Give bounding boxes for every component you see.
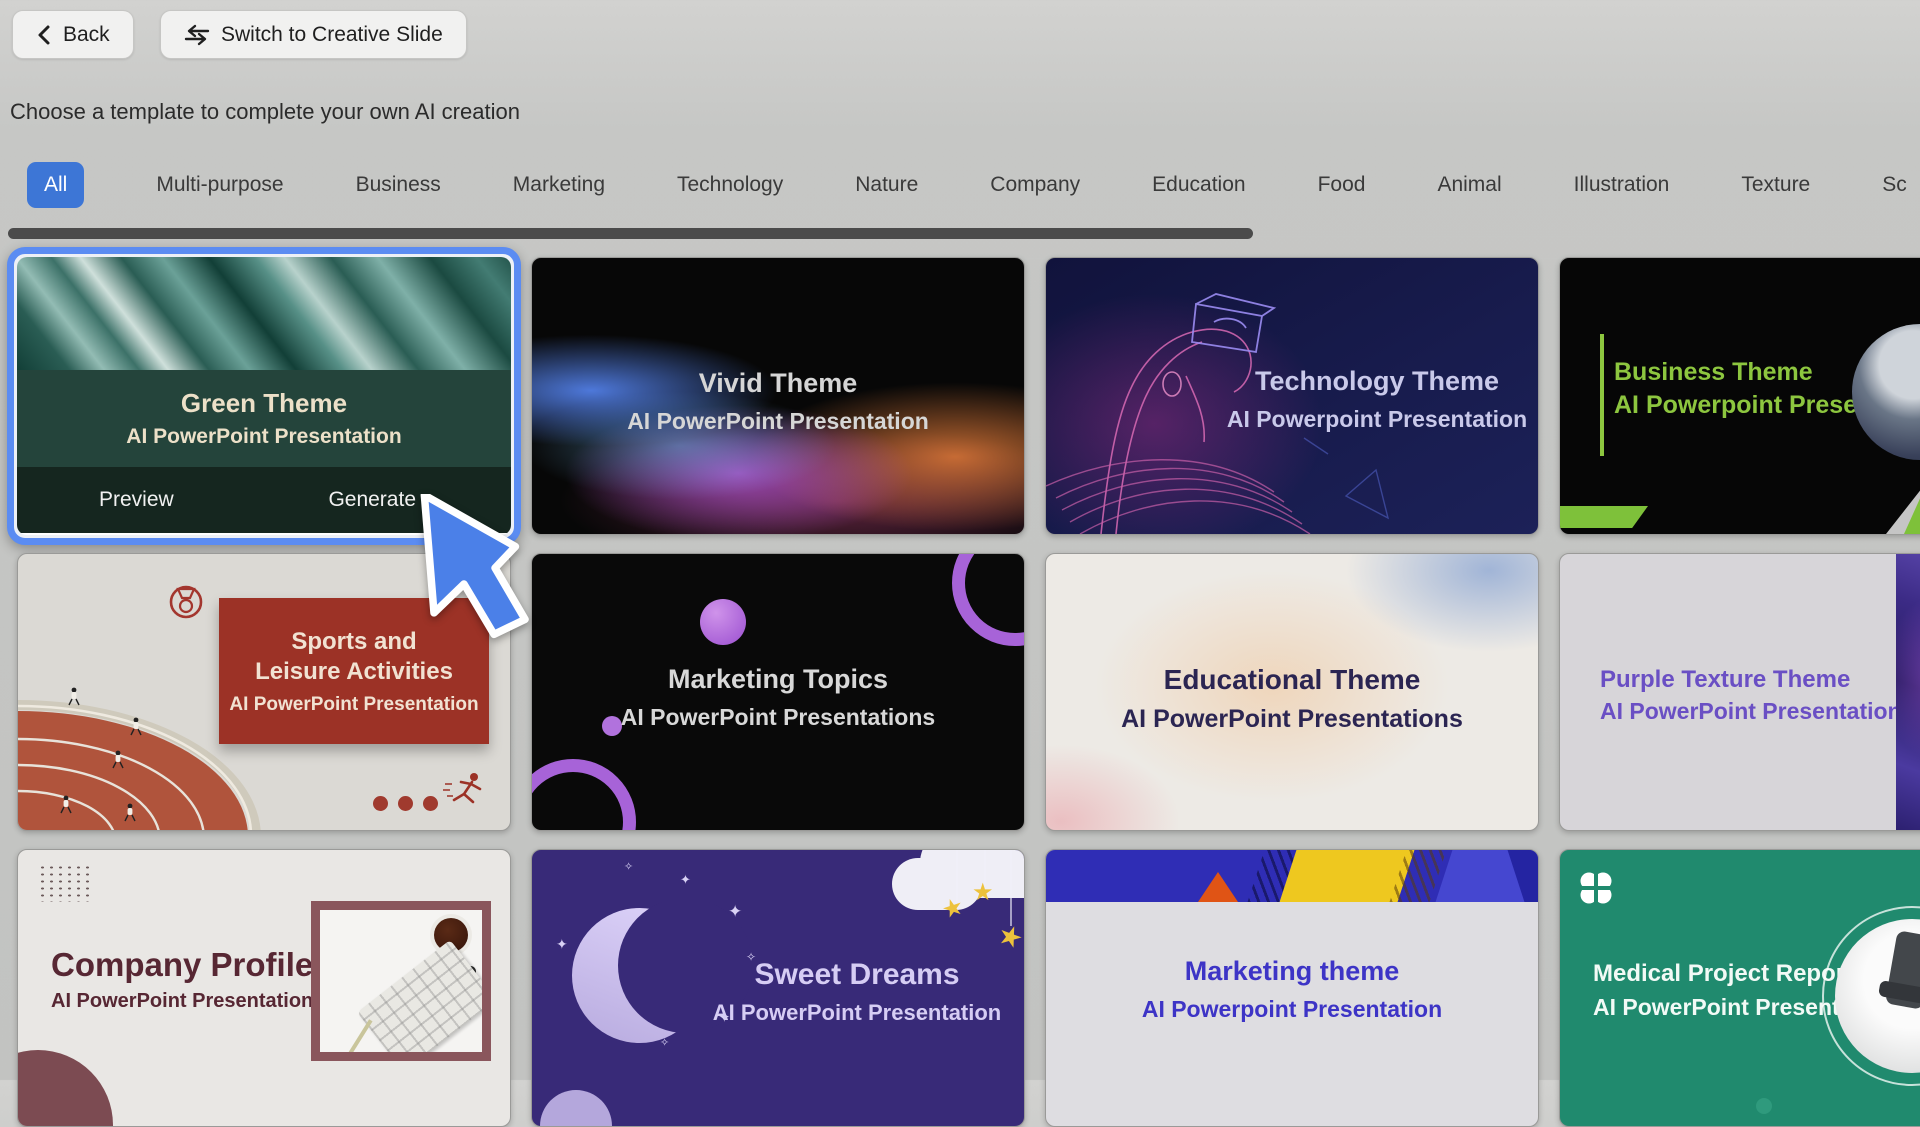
- green-theme-title-band: Green Theme AI PowerPoint Presentation: [17, 370, 511, 467]
- vivid-theme-text: Vivid Theme AI PowerPoint Presentation: [532, 368, 1024, 435]
- dot-grid-decoration: [38, 864, 90, 902]
- tab-technology[interactable]: Technology: [677, 173, 783, 197]
- template-title: Sweet Dreams: [692, 958, 1022, 992]
- template-title: Vivid Theme: [532, 368, 1024, 399]
- tab-business[interactable]: Business: [356, 173, 441, 197]
- orange-triangle: [1198, 872, 1238, 902]
- purple-ring-top-right: [952, 553, 1025, 646]
- template-card-marketing-theme[interactable]: Marketing theme AI Powerpoint Presentati…: [1045, 849, 1539, 1127]
- marketing-theme-text: Marketing theme AI Powerpoint Presentati…: [1046, 956, 1538, 1023]
- purple-ring-bottom-left: [531, 759, 636, 831]
- sparkle-star: ✦: [680, 872, 691, 888]
- marketing-topics-text: Marketing Topics AI PowerPoint Presentat…: [532, 664, 1024, 731]
- template-grid: Green Theme AI PowerPoint Presentation P…: [17, 257, 1920, 1127]
- geometric-header-band: [1046, 850, 1538, 902]
- keyboard: [357, 940, 491, 1061]
- page-subtitle: Choose a template to complete your own A…: [10, 99, 520, 125]
- template-title: Educational Theme: [1046, 664, 1538, 696]
- template-title: Marketing Topics: [532, 664, 1024, 695]
- template-subtitle: AI PowerPoint Presentations: [1046, 705, 1538, 734]
- green-theme-thumbnail-art: [17, 257, 511, 370]
- back-button[interactable]: Back: [12, 10, 134, 59]
- switch-button-label: Switch to Creative Slide: [221, 23, 443, 47]
- teal-dot: [1756, 1098, 1772, 1114]
- swap-arrows-icon: [184, 24, 210, 46]
- template-subtitle: AI PowerPoint Presentation: [219, 694, 489, 716]
- tab-company[interactable]: Company: [990, 173, 1080, 197]
- tabs-scrollbar[interactable]: [8, 228, 1253, 239]
- decorative-dot: [423, 796, 438, 811]
- pen: [339, 1019, 372, 1061]
- sparkle-star: ✦: [728, 902, 742, 922]
- template-subtitle: AI PowerPoint Presentations: [532, 704, 1024, 731]
- template-card-technology-theme[interactable]: Technology Theme AI Powerpoint Presentat…: [1045, 257, 1539, 535]
- template-card-educational-theme[interactable]: Educational Theme AI PowerPoint Presenta…: [1045, 553, 1539, 831]
- mouse-cursor: [420, 494, 538, 644]
- green-accent-line: [1600, 334, 1604, 456]
- sparkle-star: ✧: [660, 1036, 669, 1049]
- template-card-company-profile[interactable]: Company Profile AI PowerPoint Presentati…: [17, 849, 511, 1127]
- tab-food[interactable]: Food: [1318, 173, 1366, 197]
- chevron-left-icon: [36, 24, 52, 46]
- decorative-dot: [398, 796, 413, 811]
- template-card-sweet-dreams[interactable]: ✦ ✦ ✧ ✦ ✧ ✦ ✧ ★ ★ ★ Sweet Dreams AI Powe…: [531, 849, 1025, 1127]
- template-title: Company Profile: [51, 946, 313, 984]
- template-subtitle: AI Powerpoint Presentation: [1046, 996, 1538, 1023]
- template-title: Marketing theme: [1046, 956, 1538, 987]
- lavender-circle: [540, 1090, 612, 1127]
- template-subtitle: AI Powerpoint Presentation: [1216, 406, 1538, 433]
- businessman-photo-circle: [1852, 324, 1920, 460]
- tab-scenery-truncated[interactable]: Sc: [1882, 173, 1907, 197]
- maroon-corner-shape: [17, 1050, 113, 1127]
- purple-texture-text: Purple Texture Theme AI PowerPoint Prese…: [1600, 666, 1902, 725]
- tab-education[interactable]: Education: [1152, 173, 1245, 197]
- template-title: Technology Theme: [1216, 366, 1538, 397]
- tab-nature[interactable]: Nature: [855, 173, 918, 197]
- purple-texture-image: [1896, 554, 1920, 830]
- educational-theme-text: Educational Theme AI PowerPoint Presenta…: [1046, 664, 1538, 734]
- template-card-medical-report[interactable]: Medical Project Report AI PowerPoint Pre…: [1559, 849, 1920, 1127]
- sweet-dreams-text: Sweet Dreams AI PowerPoint Presentation: [692, 958, 1022, 1026]
- tab-multi-purpose[interactable]: Multi-purpose: [156, 173, 283, 197]
- template-title: Purple Texture Theme: [1600, 666, 1902, 694]
- template-subtitle: AI PowerPoint Presentation: [532, 408, 1024, 435]
- microscope: [1885, 930, 1920, 1009]
- template-subtitle: AI PowerPoint Presentation: [17, 425, 511, 449]
- tab-animal[interactable]: Animal: [1437, 173, 1501, 197]
- tab-marketing[interactable]: Marketing: [513, 173, 605, 197]
- medal-icon: [168, 581, 204, 621]
- star-string: [1010, 850, 1012, 926]
- technology-theme-text: Technology Theme AI Powerpoint Presentat…: [1216, 366, 1538, 433]
- hanging-gold-star: ★: [972, 878, 994, 907]
- tab-texture[interactable]: Texture: [1741, 173, 1810, 197]
- purple-circle: [700, 599, 746, 645]
- decorative-dot: [373, 796, 388, 811]
- preview-button[interactable]: Preview: [99, 488, 174, 512]
- category-tabs: All Multi-purpose Business Marketing Tec…: [27, 158, 1907, 212]
- microscope-photo: [1835, 919, 1920, 1073]
- hanging-gold-star: ★: [993, 917, 1025, 957]
- green-parallelogram: [1560, 506, 1648, 528]
- template-card-marketing-topics[interactable]: Marketing Topics AI PowerPoint Presentat…: [531, 553, 1025, 831]
- template-subtitle: AI PowerPoint Presentation: [51, 990, 313, 1013]
- back-button-label: Back: [63, 23, 110, 47]
- desk-photo-frame: [311, 901, 491, 1061]
- template-card-vivid-theme[interactable]: Vivid Theme AI PowerPoint Presentation: [531, 257, 1025, 535]
- tab-illustration[interactable]: Illustration: [1574, 173, 1670, 197]
- microscope-photo-circle: [1822, 906, 1920, 1086]
- sparkle-star: ✧: [624, 860, 633, 873]
- sparkle-star: ✦: [556, 936, 568, 953]
- template-title: Green Theme: [17, 388, 511, 419]
- medical-clover-icon: [1578, 870, 1614, 906]
- template-subtitle: AI PowerPoint Presentation: [692, 1000, 1022, 1026]
- template-card-purple-texture[interactable]: Purple Texture Theme AI PowerPoint Prese…: [1559, 553, 1920, 831]
- template-card-business-theme[interactable]: Business Theme AI Powerpoint Presentatio…: [1559, 257, 1920, 535]
- crescent-moon: [572, 908, 707, 1043]
- switch-to-creative-slide-button[interactable]: Switch to Creative Slide: [160, 10, 467, 59]
- runner-icon: [443, 769, 487, 811]
- generate-button[interactable]: Generate: [328, 488, 416, 512]
- template-subtitle: AI PowerPoint Presentation: [1600, 698, 1902, 725]
- tab-all[interactable]: All: [27, 162, 84, 208]
